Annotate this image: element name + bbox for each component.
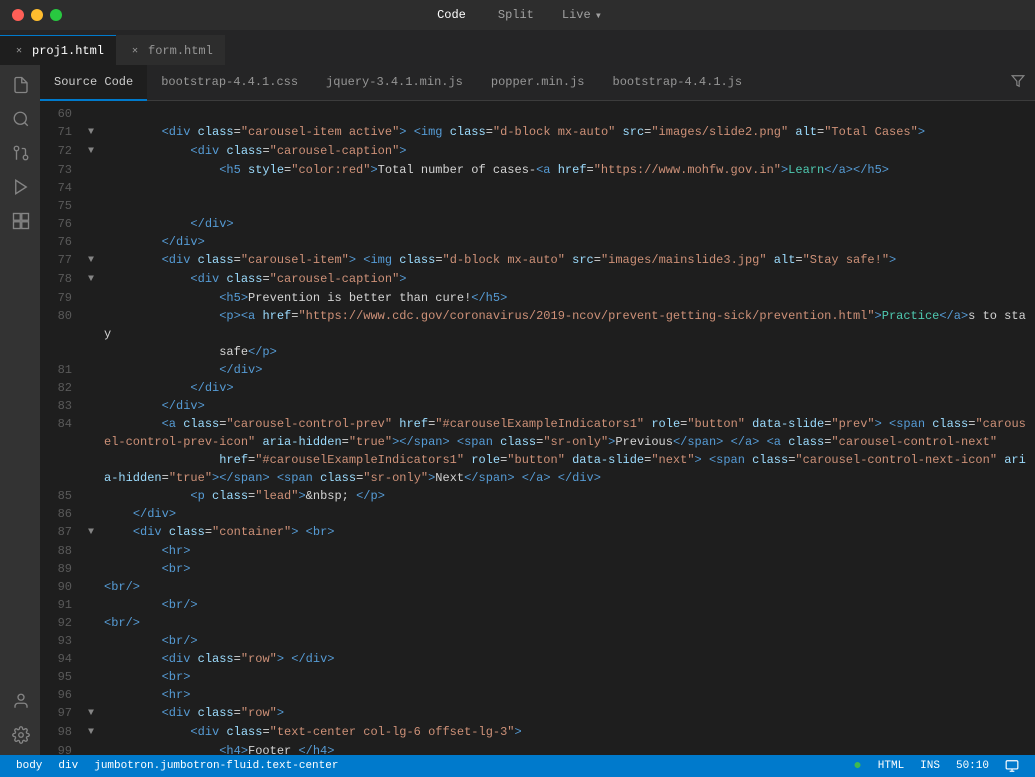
tab-label: proj1.html: [32, 44, 104, 58]
code-line: 89 <br>: [40, 560, 1035, 578]
settings-icon[interactable]: [4, 719, 36, 751]
code-line: 98▼ <div class="text-center col-lg-6 off…: [40, 723, 1035, 742]
tab-close-icon[interactable]: ✕: [12, 44, 26, 58]
code-line: 84 <a class="carousel-control-prev" href…: [40, 415, 1035, 451]
status-body[interactable]: body: [8, 755, 50, 777]
tab-jquery-js[interactable]: jquery-3.4.1.min.js: [312, 65, 477, 101]
code-line: 72▼ <div class="carousel-caption">: [40, 142, 1035, 161]
status-div[interactable]: div: [50, 755, 86, 777]
dropdown-chevron-icon: ▾: [595, 8, 602, 23]
code-line: 75: [40, 197, 1035, 215]
code-line: 97▼ <div class="row">: [40, 704, 1035, 723]
tab-proj1-html[interactable]: ✕ proj1.html: [0, 35, 116, 65]
maximize-button[interactable]: [50, 9, 62, 21]
file-panel: Source Code bootstrap-4.4.1.css jquery-3…: [40, 65, 1035, 755]
tab-bootstrap-js[interactable]: bootstrap-4.4.1.js: [599, 65, 757, 101]
split-view-btn[interactable]: Split: [494, 6, 538, 24]
tab-label: form.html: [148, 44, 213, 58]
code-line: 87▼ <div class="container"> <br>: [40, 523, 1035, 542]
code-line: 74: [40, 179, 1035, 197]
code-line: 91 <br/>: [40, 596, 1035, 614]
status-right: ● HTML INS 50:10: [845, 755, 1027, 777]
title-bar: Code Split Live ▾: [0, 0, 1035, 30]
code-editor[interactable]: 60 71▼ <div class="carousel-item active"…: [40, 101, 1035, 755]
code-line: 86 </div>: [40, 505, 1035, 523]
status-bar: body div jumbotron.jumbotron-fluid.text-…: [0, 755, 1035, 777]
status-settings-icon[interactable]: [997, 755, 1027, 777]
code-line: 82 </div>: [40, 379, 1035, 397]
account-icon[interactable]: [4, 685, 36, 717]
minimize-button[interactable]: [31, 9, 43, 21]
code-line: 78▼ <div class="carousel-caption">: [40, 270, 1035, 289]
status-language[interactable]: HTML: [870, 755, 912, 777]
code-line: href="#carouselExampleIndicators1" role=…: [40, 451, 1035, 487]
code-line: 96 <hr>: [40, 686, 1035, 704]
traffic-lights: [12, 9, 62, 21]
tab-bar: ✕ proj1.html ✕ form.html: [0, 30, 1035, 65]
code-line: 80 <p><a href="https://www.cdc.gov/coron…: [40, 307, 1035, 343]
extensions-icon[interactable]: [4, 205, 36, 237]
code-line: 71▼ <div class="carousel-item active"> <…: [40, 123, 1035, 142]
code-line: 88 <hr>: [40, 542, 1035, 560]
status-position[interactable]: 50:10: [948, 755, 997, 777]
files-icon[interactable]: [4, 69, 36, 101]
code-line: 77▼ <div class="carousel-item"> <img cla…: [40, 251, 1035, 270]
code-line: 79 <h5>Prevention is better than cure!</…: [40, 289, 1035, 307]
code-line: 76 </div>: [40, 215, 1035, 233]
code-line: 92<br/>: [40, 614, 1035, 632]
tab-popper-js[interactable]: popper.min.js: [477, 65, 599, 101]
close-button[interactable]: [12, 9, 24, 21]
status-breadcrumb[interactable]: jumbotron.jumbotron-fluid.text-center: [86, 755, 346, 777]
live-view-btn[interactable]: Live ▾: [562, 8, 602, 23]
tab-source-code[interactable]: Source Code: [40, 65, 147, 101]
code-line: 81 </div>: [40, 361, 1035, 379]
code-line: safe</p>: [40, 343, 1035, 361]
code-line: 90<br/>: [40, 578, 1035, 596]
source-control-icon[interactable]: [4, 137, 36, 169]
run-icon[interactable]: [4, 171, 36, 203]
filter-icon[interactable]: [1011, 74, 1035, 92]
activity-bar: [0, 65, 40, 755]
code-line: 95 <br>: [40, 668, 1035, 686]
tab-bootstrap-css[interactable]: bootstrap-4.4.1.css: [147, 65, 312, 101]
tab-close-icon[interactable]: ✕: [128, 44, 142, 58]
code-line: 99 <h4>Footer </h4>: [40, 742, 1035, 755]
status-insert-mode[interactable]: INS: [912, 755, 948, 777]
search-icon[interactable]: [4, 103, 36, 135]
status-sync-icon[interactable]: ●: [845, 755, 869, 777]
code-line: 94 <div class="row"> </div>: [40, 650, 1035, 668]
main-area: Source Code bootstrap-4.4.1.css jquery-3…: [0, 65, 1035, 755]
code-line: 60: [40, 105, 1035, 123]
secondary-tabs: Source Code bootstrap-4.4.1.css jquery-3…: [40, 65, 1035, 101]
code-view-btn[interactable]: Code: [433, 6, 470, 24]
code-line: 73 <h5 style="color:red">Total number of…: [40, 161, 1035, 179]
code-line: 85 <p class="lead">&nbsp; </p>: [40, 487, 1035, 505]
code-line: 76 </div>: [40, 233, 1035, 251]
tab-form-html[interactable]: ✕ form.html: [116, 35, 225, 65]
code-line: 93 <br/>: [40, 632, 1035, 650]
code-line: 83 </div>: [40, 397, 1035, 415]
title-bar-controls: Code Split Live ▾: [433, 6, 602, 24]
